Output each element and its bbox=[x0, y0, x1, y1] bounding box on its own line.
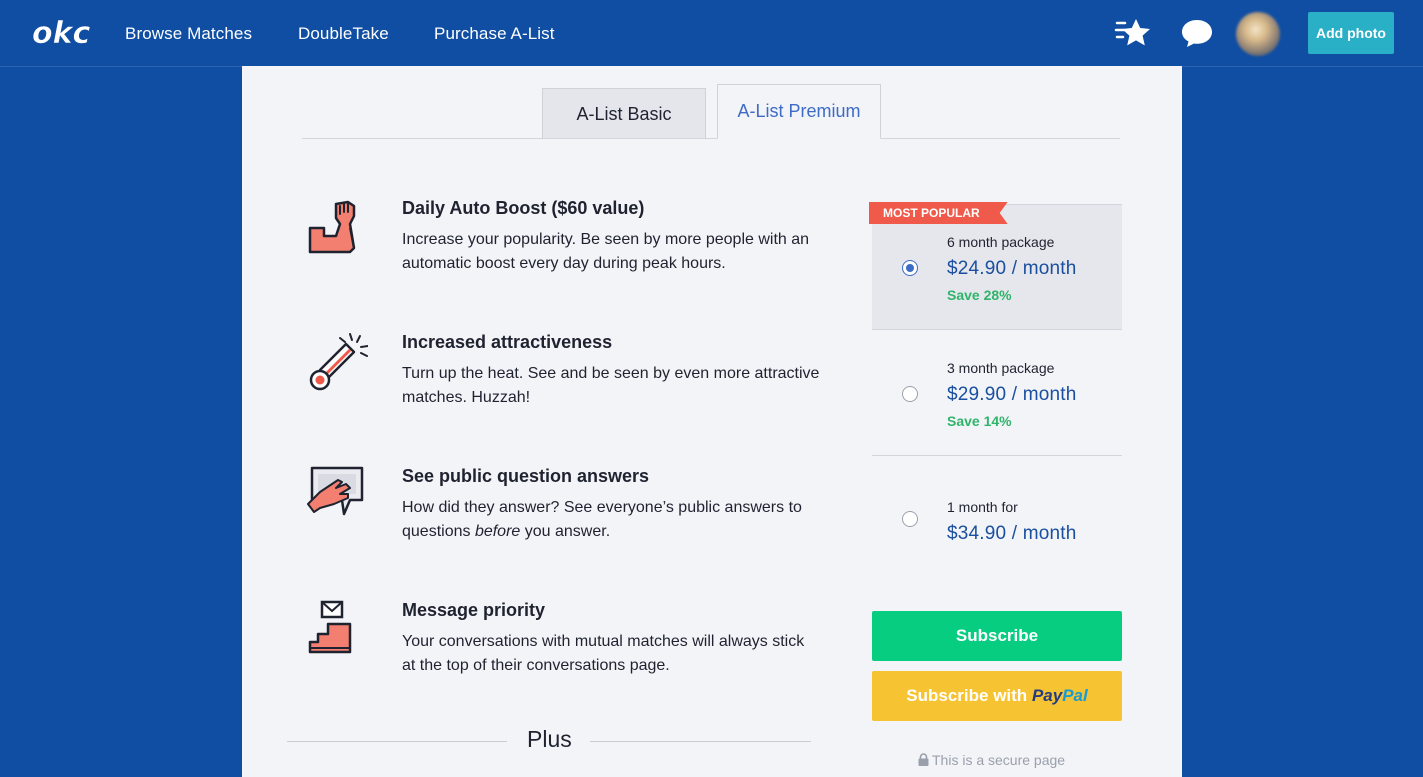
feature-title: Message priority bbox=[402, 600, 546, 620]
feature-description: How did they answer? See everyone’s publ… bbox=[402, 499, 802, 540]
most-popular-badge: MOST POPULAR bbox=[869, 202, 1008, 224]
feature-description: Your conversations with mutual matches w… bbox=[402, 633, 805, 674]
subscribe-button[interactable]: Subscribe bbox=[872, 611, 1122, 661]
plan-3-month[interactable]: 3 month package $29.90 / month Save 14% bbox=[872, 330, 1122, 456]
okc-logo[interactable]: okc bbox=[30, 14, 92, 50]
lock-icon bbox=[918, 753, 929, 766]
plan-radio[interactable] bbox=[902, 511, 918, 527]
hand-speech-bubble-icon bbox=[307, 466, 364, 516]
flexed-arm-icon bbox=[308, 200, 356, 254]
paypal-logo: PayPal bbox=[1031, 686, 1088, 705]
plan-radio[interactable] bbox=[902, 260, 918, 276]
tab-a-list-premium[interactable]: A-List Premium bbox=[717, 84, 881, 139]
plan-savings: Save 28% bbox=[947, 287, 1012, 303]
nav-purchase-a-list[interactable]: Purchase A-List bbox=[434, 24, 555, 44]
plan-label: 1 month for bbox=[947, 499, 1018, 515]
secure-page-note: This is a secure page bbox=[918, 752, 1065, 768]
plan-label: 3 month package bbox=[947, 360, 1055, 376]
a-list-panel: A-List Basic A-List Premium Daily Auto B… bbox=[242, 66, 1182, 777]
feature-description: Increase your popularity. Be seen by mor… bbox=[402, 231, 810, 272]
chat-bubble-icon[interactable] bbox=[1180, 17, 1214, 49]
plus-divider-right bbox=[590, 741, 811, 742]
plus-label: Plus bbox=[527, 726, 572, 752]
plan-price: $24.90 / month bbox=[947, 258, 1077, 279]
thermometer-icon bbox=[309, 333, 368, 391]
plan-savings: Save 14% bbox=[947, 413, 1012, 429]
user-avatar[interactable] bbox=[1236, 12, 1280, 56]
svg-text:okc: okc bbox=[32, 16, 91, 50]
plus-divider-left bbox=[287, 741, 507, 742]
feature-description: Turn up the heat. See and be seen by eve… bbox=[402, 365, 820, 406]
feature-title: Daily Auto Boost ($60 value) bbox=[402, 198, 645, 218]
add-photo-button[interactable]: Add photo bbox=[1308, 12, 1394, 54]
top-navigation-bar: okc Browse Matches DoubleTake Purchase A… bbox=[0, 0, 1423, 67]
nav-browse-matches[interactable]: Browse Matches bbox=[125, 24, 252, 44]
feature-title: See public question answers bbox=[402, 466, 650, 486]
tab-a-list-basic[interactable]: A-List Basic bbox=[542, 88, 706, 138]
tabs-divider bbox=[302, 138, 1120, 139]
subscribe-paypal-button[interactable]: Subscribe with PayPal bbox=[872, 671, 1122, 721]
plan-1-month[interactable]: 1 month for $34.90 / month bbox=[872, 456, 1122, 582]
plan-price: $34.90 / month bbox=[947, 523, 1077, 544]
star-icon[interactable] bbox=[1114, 16, 1154, 50]
plan-radio[interactable] bbox=[902, 386, 918, 402]
plan-price: $29.90 / month bbox=[947, 384, 1077, 405]
message-stairs-icon bbox=[308, 600, 352, 654]
nav-doubletake[interactable]: DoubleTake bbox=[298, 24, 389, 44]
plan-label: 6 month package bbox=[947, 234, 1055, 250]
feature-title: Increased attractiveness bbox=[402, 332, 613, 352]
